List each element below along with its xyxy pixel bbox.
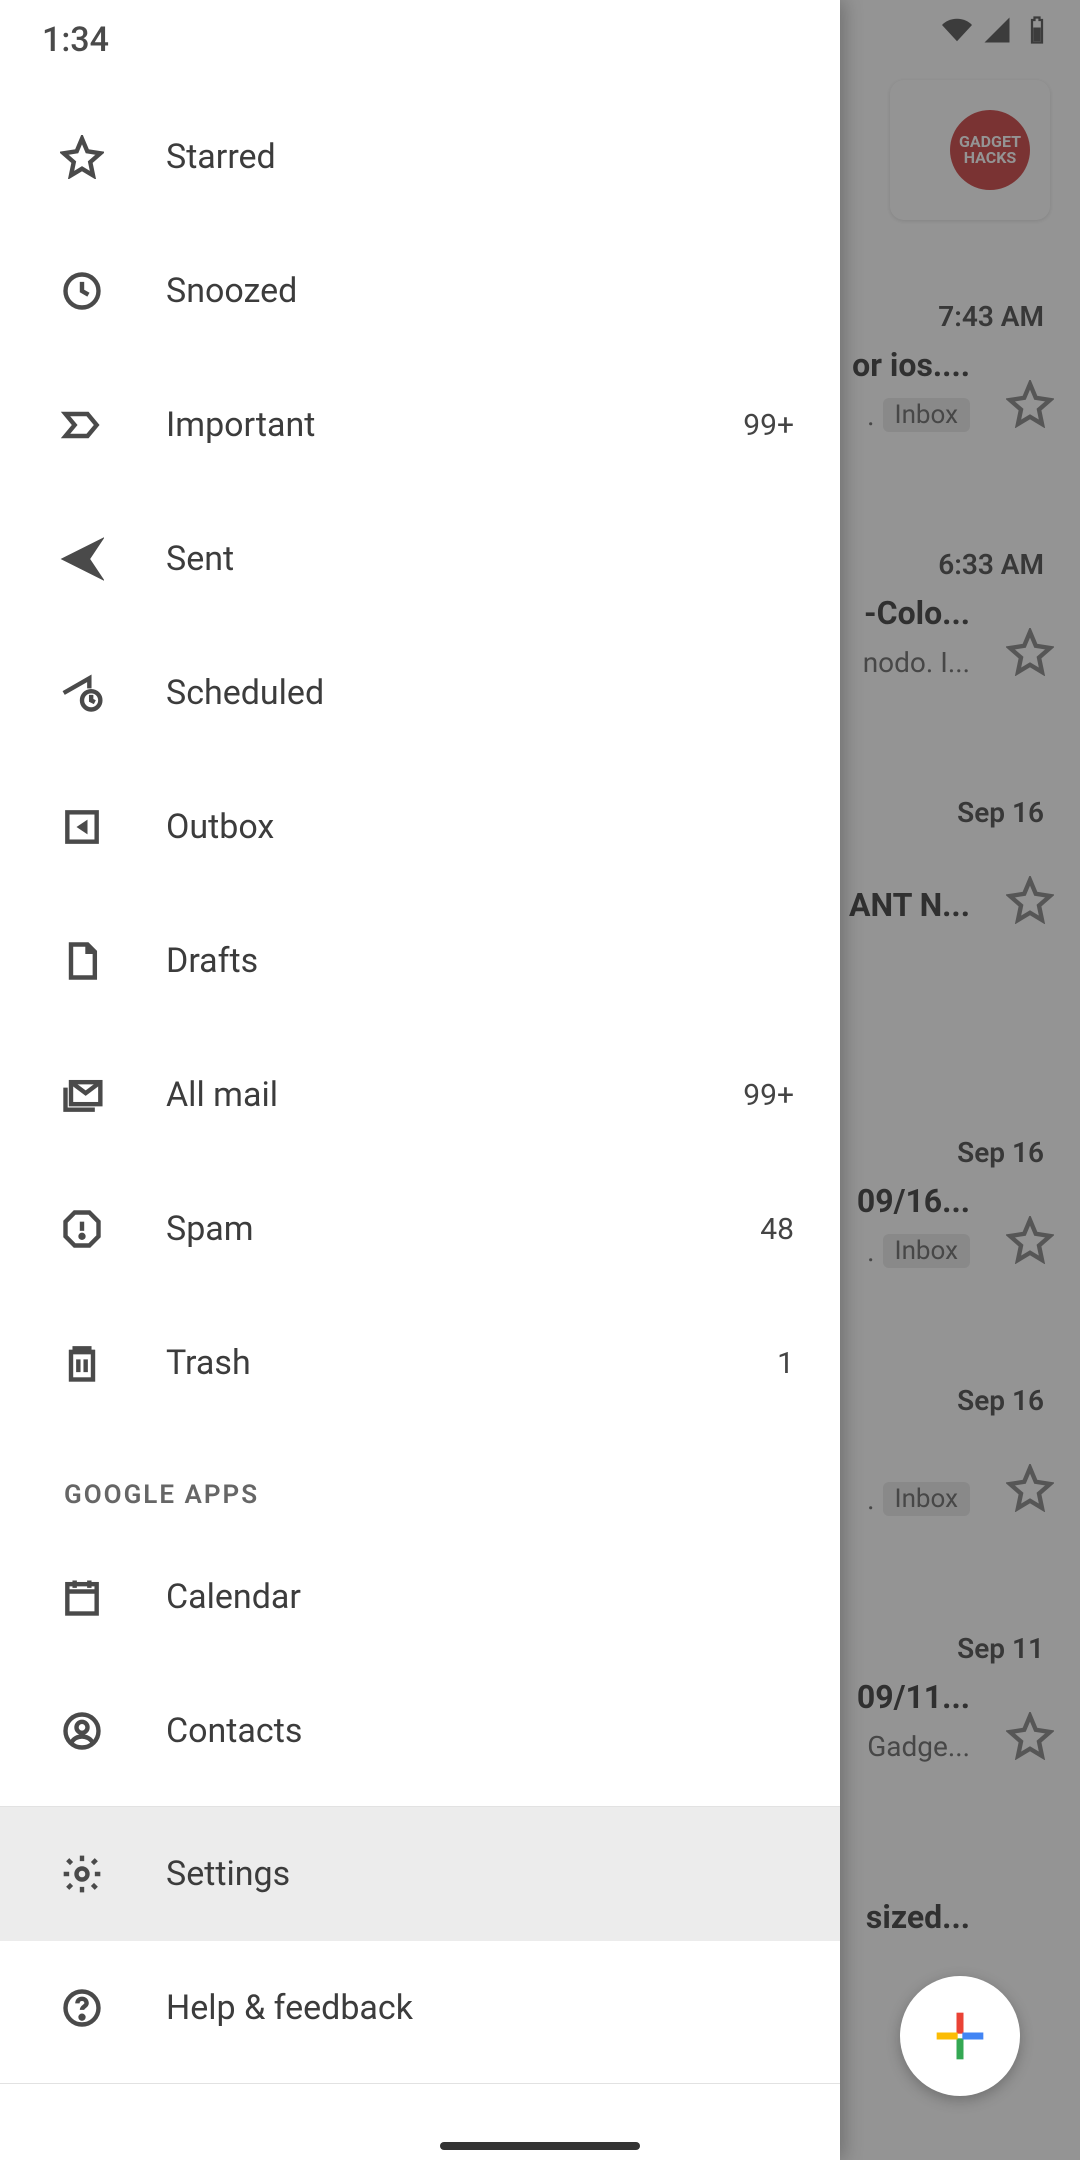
sidebar-item-contacts[interactable]: Contacts bbox=[0, 1664, 840, 1798]
send-icon bbox=[60, 537, 104, 581]
sidebar-label: Settings bbox=[166, 1854, 794, 1894]
sidebar-label: Help & feedback bbox=[166, 1988, 794, 2028]
sidebar-count: 99+ bbox=[743, 408, 794, 443]
sidebar-item-help[interactable]: Help & feedback bbox=[0, 1941, 840, 2075]
sidebar-label: Sent bbox=[166, 539, 732, 579]
sidebar-label: Important bbox=[166, 405, 681, 445]
outbox-icon bbox=[60, 805, 104, 849]
document-icon bbox=[60, 939, 104, 983]
gear-icon bbox=[60, 1852, 104, 1896]
sidebar-item-snoozed[interactable]: Snoozed bbox=[0, 224, 840, 358]
section-header-google-apps: GOOGLE APPS bbox=[0, 1430, 840, 1530]
important-icon bbox=[60, 403, 104, 447]
sidebar-label: Starred bbox=[166, 137, 732, 177]
divider bbox=[0, 2083, 840, 2084]
sidebar-count: 1 bbox=[777, 1346, 794, 1381]
sidebar-item-spam[interactable]: Spam 48 bbox=[0, 1162, 840, 1296]
sidebar-item-drafts[interactable]: Drafts bbox=[0, 894, 840, 1028]
contacts-icon bbox=[60, 1709, 104, 1753]
wifi-icon bbox=[942, 15, 972, 45]
sidebar-item-settings[interactable]: Settings bbox=[0, 1807, 840, 1941]
sidebar-label: Spam bbox=[166, 1209, 698, 1249]
trash-icon bbox=[60, 1341, 104, 1385]
help-icon bbox=[60, 1986, 104, 2030]
sidebar-label: Drafts bbox=[166, 941, 732, 981]
sidebar-item-trash[interactable]: Trash 1 bbox=[0, 1296, 840, 1430]
sidebar-item-starred[interactable]: Starred bbox=[0, 90, 840, 224]
status-bar bbox=[0, 0, 1080, 60]
sidebar-label: Snoozed bbox=[166, 271, 732, 311]
sidebar-item-sent[interactable]: Sent bbox=[0, 492, 840, 626]
clock-icon bbox=[60, 269, 104, 313]
sidebar-label: Trash bbox=[166, 1343, 715, 1383]
sidebar-item-allmail[interactable]: All mail 99+ bbox=[0, 1028, 840, 1162]
sidebar-item-calendar[interactable]: Calendar bbox=[0, 1530, 840, 1664]
battery-icon bbox=[1022, 15, 1052, 45]
sidebar-item-outbox[interactable]: Outbox bbox=[0, 760, 840, 894]
cell-signal-icon bbox=[982, 15, 1012, 45]
sidebar-label: Calendar bbox=[166, 1577, 794, 1617]
sidebar-item-important[interactable]: Important 99+ bbox=[0, 358, 840, 492]
all-mail-icon bbox=[60, 1073, 104, 1117]
sidebar-label: Contacts bbox=[166, 1711, 794, 1751]
sidebar-count: 48 bbox=[760, 1212, 794, 1247]
sidebar-item-scheduled[interactable]: Scheduled bbox=[0, 626, 840, 760]
sidebar-label: Outbox bbox=[166, 807, 732, 847]
spam-icon bbox=[60, 1207, 104, 1251]
sidebar-label: All mail bbox=[166, 1075, 681, 1115]
scheduled-icon bbox=[60, 671, 104, 715]
compose-fab[interactable] bbox=[900, 1976, 1020, 2096]
home-indicator[interactable] bbox=[440, 2142, 640, 2150]
navigation-drawer: 1:34 Starred Snoozed Important 99+ Sent bbox=[0, 0, 840, 2160]
sidebar-count: 99+ bbox=[743, 1078, 794, 1113]
sidebar-label: Scheduled bbox=[166, 673, 732, 713]
calendar-icon bbox=[60, 1575, 104, 1619]
plus-multicolor-icon bbox=[932, 2008, 988, 2064]
star-icon bbox=[60, 135, 104, 179]
